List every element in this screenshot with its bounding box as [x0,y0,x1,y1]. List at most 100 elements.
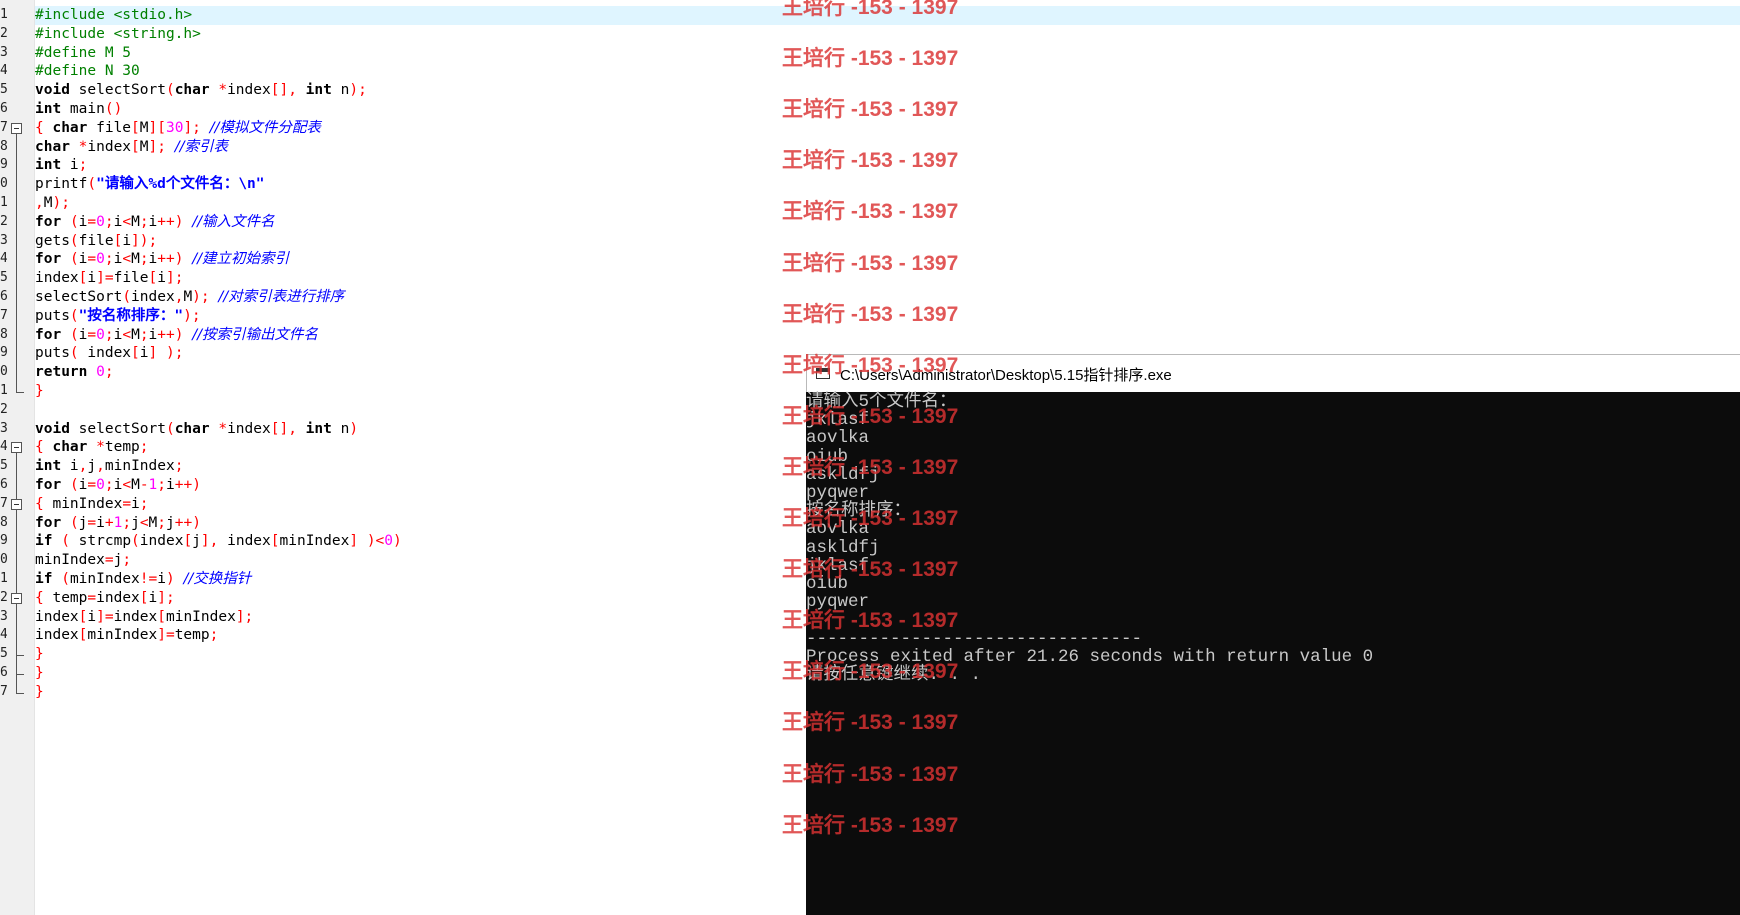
line-number: 9 [0,157,7,173]
code-line[interactable]: for (i=0;i<M;i++) //建立初始索引 [35,250,289,269]
code-line[interactable]: for (j=i+1;j<M;j++) [35,514,201,533]
code-token: < [139,514,149,531]
watermark-text: 王培行 -153 - 1397 [782,200,959,224]
code-token: < [122,213,132,230]
code-token: //交换指针 [183,571,252,587]
code-line[interactable]: for (i=0;i<M-1;i++) [35,476,201,495]
code-line[interactable]: index[i]=file[i]; [35,269,183,288]
code-line[interactable]: { minIndex=i; [35,495,149,514]
code-line[interactable]: char *index[M]; //索引表 [35,138,228,157]
code-token: ); [192,289,210,305]
code-token: //按索引输出文件名 [192,326,318,343]
code-token: * [96,439,105,456]
code-line[interactable]: gets(file[i]); [35,232,157,251]
code-line[interactable]: printf("请输入%d个文件名：\n" [35,175,265,194]
watermark-text: 王培行 -153 - 1397 [782,302,959,326]
line-number: 7 [0,495,7,511]
code-token: < [122,477,132,493]
code-line[interactable]: ,M); [35,194,70,213]
line-number: 3 [0,608,7,624]
code-token: j [192,533,201,550]
code-token: [ [131,119,140,136]
code-line[interactable]: void selectSort(char *index[], int n); [35,81,367,100]
code-token: ( [69,326,79,343]
code-line[interactable]: { char file[M][30]; //模拟文件分配表 [35,119,321,138]
code-line[interactable]: int main() [35,100,122,119]
code-token: 0 [96,326,105,343]
line-number: 4 [0,439,7,455]
code-token: n [331,420,350,437]
code-token: [], [270,82,297,99]
code-line[interactable]: int i,j,minIndex; [35,457,183,476]
code-line[interactable]: puts("按名称排序："); [35,307,201,326]
code-token: , [35,195,44,211]
code-token: ( [69,345,79,362]
line-number: 9 [0,533,7,549]
code-token: j [166,514,175,531]
code-line[interactable]: puts( index[i] ); [35,344,183,363]
code-line[interactable]: } [35,645,44,664]
code-token: temp [104,439,140,456]
code-line[interactable]: return 0; [35,363,114,382]
code-line[interactable]: if ( strcmp(index[j], index[minIndex] )<… [35,532,402,551]
code-token: ; [104,213,114,230]
fold-toggle-icon[interactable] [11,592,22,604]
watermark-text: 王培行 -153 - 1397 [782,98,959,122]
code-line[interactable]: for (i=0;i<M;i++) //输入文件名 [35,213,275,232]
code-line[interactable]: #define M 5 [35,44,131,63]
watermark-text: 王培行 -153 - 1397 [782,149,959,173]
code-token: 0 [96,213,105,230]
code-line[interactable]: void selectSort(char *index[], int n) [35,420,358,439]
fold-toggle-icon[interactable] [11,498,22,510]
code-line[interactable]: selectSort(index,M); //对索引表进行排序 [35,288,344,307]
code-line[interactable]: } [35,683,44,702]
code-token: ; [139,251,149,268]
code-line[interactable]: for (i=0;i<M;i++) //按索引输出文件名 [35,326,318,345]
code-line[interactable]: { char *temp; [35,438,149,457]
code-token: ], [200,533,219,550]
code-token: * [218,82,228,99]
code-token: M [131,213,140,230]
line-number: 1 [0,7,7,22]
line-number: 5 [0,82,7,98]
code-token: ]; [183,119,201,136]
code-line[interactable]: index[minIndex]=temp; [35,626,218,645]
code-line[interactable]: { temp=index[i]; [35,589,175,608]
code-token: ; [104,251,114,268]
code-line[interactable]: #include <string.h> [35,25,201,44]
code-token: puts [35,345,70,362]
line-number: 4 [0,251,7,267]
code-line[interactable]: if (minIndex!=i) //交换指针 [35,570,251,589]
code-token: ( [122,289,132,305]
line-number: 1 [0,571,7,586]
code-token: void [35,82,70,99]
fold-toggle-icon[interactable] [11,442,22,454]
code-token: ); [52,195,70,211]
code-token: i [166,477,175,493]
code-line[interactable]: minIndex=j; [35,551,131,570]
code-line[interactable]: index[i]=index[minIndex]; [35,608,253,627]
line-number: 6 [0,101,7,116]
code-token: - [139,477,149,493]
watermark-text: 王培行 -153 - 1397 [782,353,959,377]
code-token: minIndex [279,533,350,550]
code-token: main [61,101,105,117]
code-line[interactable]: #define N 30 [35,62,140,81]
fold-toggle-icon[interactable] [11,122,22,134]
code-token: ( [87,176,97,193]
code-line[interactable]: int i; [35,156,87,175]
code-token: i [131,495,140,512]
code-token: { [35,439,44,456]
code-token: = [87,213,97,230]
line-number: 8 [0,514,7,530]
code-line[interactable]: } [35,382,44,401]
line-number: 2 [0,213,7,229]
code-line[interactable]: } [35,664,44,683]
code-editor[interactable]: 1 2 3 4 5 6 7 8 9 0 1 2 3 4 5 6 7 8 9 0 1 2 3 4 5 6 7 8 9 0 1 2 3 4 5 6 7 #i… [0,0,1740,915]
